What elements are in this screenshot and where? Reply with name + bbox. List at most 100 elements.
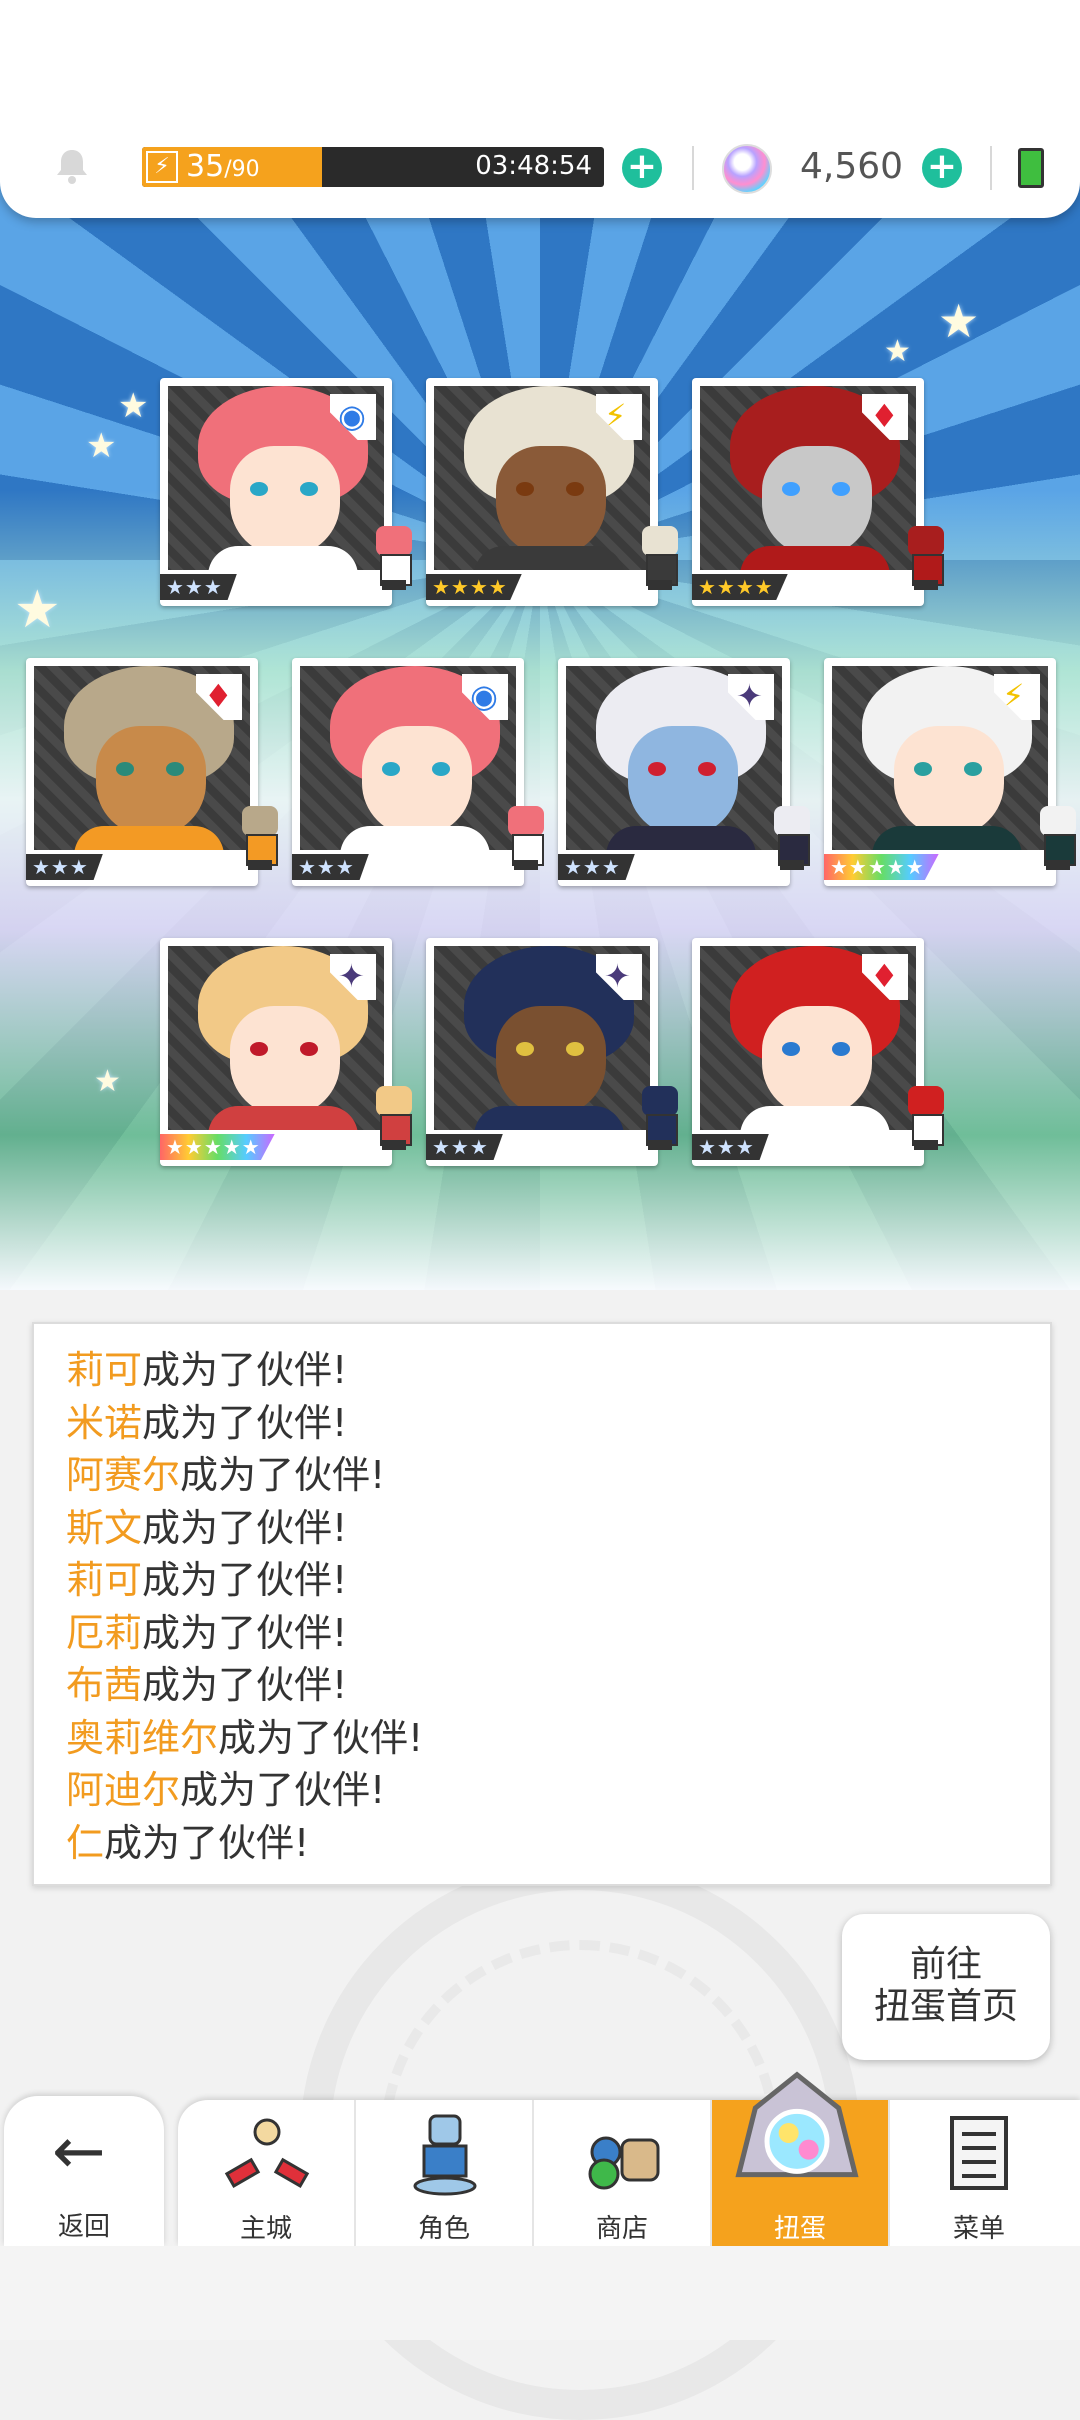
divider	[990, 146, 992, 190]
character-card[interactable]: ♦ ★★★	[26, 658, 278, 886]
add-stamina-button[interactable]: +	[622, 148, 662, 188]
character-card[interactable]: ⚡ ★★★★	[426, 378, 678, 606]
rarity-stars: ★★★★★	[824, 854, 939, 880]
sprite-legs	[1046, 860, 1070, 870]
pixel-sprite	[232, 806, 288, 872]
pixel-sprite	[632, 1086, 688, 1152]
portrait-face	[628, 726, 738, 836]
portrait-eye	[782, 1042, 800, 1056]
sprite-legs	[648, 1140, 672, 1150]
character-portrait: ◉	[168, 386, 384, 570]
character-portrait: ⚡	[434, 386, 650, 570]
bottom-navigation: ← 返回 主城 角色 商店 扭蛋 菜单	[0, 2071, 1080, 2340]
pixel-sprite	[632, 526, 688, 592]
log-suffix: 成为了伙伴!	[180, 1768, 386, 1812]
add-gems-button[interactable]: +	[922, 148, 962, 188]
portrait-face	[496, 446, 606, 556]
log-entry: 阿迪尔成为了伙伴!	[66, 1764, 1050, 1817]
gem-icon	[722, 144, 772, 194]
bell-icon[interactable]	[52, 146, 92, 186]
character-name: 莉可	[66, 1558, 143, 1602]
portrait-eye	[166, 762, 184, 776]
portrait-body	[208, 546, 358, 570]
menu-icon	[950, 2116, 1008, 2190]
back-label: 返回	[57, 2212, 110, 2242]
portrait-eye	[516, 1042, 534, 1056]
portrait-face	[762, 1006, 872, 1116]
goto-gacha-home-button[interactable]: 前往 扭蛋首页	[842, 1914, 1050, 2060]
character-portrait: ✦	[168, 946, 384, 1130]
character-name: 阿迪尔	[66, 1768, 181, 1812]
portrait-body	[474, 546, 624, 570]
portrait-face	[762, 446, 872, 556]
character-card[interactable]: ✦ ★★★	[426, 938, 678, 1166]
portrait-eye	[832, 1042, 850, 1056]
tab-label: 主城	[239, 2214, 292, 2244]
tab-shop[interactable]: 商店	[534, 2100, 712, 2246]
log-entry: 莉可成为了伙伴!	[66, 1344, 1050, 1397]
character-name: 厄莉	[66, 1610, 143, 1655]
character-name: 阿赛尔	[66, 1453, 181, 1497]
log-entry: 斯文成为了伙伴!	[66, 1502, 1050, 1555]
character-card[interactable]: ♦ ★★★	[692, 938, 944, 1166]
portrait-body	[208, 1106, 358, 1130]
character-card[interactable]: ✦ ★★★★★	[160, 938, 412, 1166]
status-bar: ⚡ 35/90 03:48:54 + 4,560 +	[0, 0, 1080, 218]
portrait-body	[740, 1106, 890, 1130]
pixel-sprite	[898, 526, 954, 592]
back-button[interactable]: ← 返回	[4, 2096, 164, 2246]
goto-gacha-line1: 前往	[909, 1944, 982, 1985]
sparkle-icon: ★	[884, 334, 911, 369]
battery-icon	[1018, 148, 1044, 188]
sparkle-icon: ★	[938, 294, 980, 348]
tab-gacha[interactable]: 扭蛋	[712, 2071, 890, 2246]
portrait-eye	[566, 1042, 584, 1056]
character-name: 仁	[66, 1820, 105, 1865]
pixel-sprite	[898, 1086, 954, 1152]
portrait-eye	[698, 762, 716, 776]
tab-menu[interactable]: 菜单	[890, 2100, 1068, 2246]
log-suffix: 成为了伙伴!	[218, 1715, 424, 1760]
portrait-face	[496, 1006, 606, 1116]
tab-label: 商店	[595, 2214, 648, 2244]
nav-tabs: 主城 角色 商店 扭蛋 菜单	[178, 2071, 1080, 2246]
character-card[interactable]: ✦ ★★★	[558, 658, 810, 886]
character-name: 斯文	[66, 1505, 143, 1550]
pixel-sprite	[366, 526, 422, 592]
portrait-body	[740, 546, 890, 570]
sprite-head	[376, 1086, 412, 1116]
log-entry: 阿赛尔成为了伙伴!	[66, 1449, 1050, 1502]
rarity-stars: ★★★	[26, 854, 103, 880]
log-suffix: 成为了伙伴!	[142, 1610, 348, 1655]
sparkle-icon: ★	[94, 1064, 121, 1099]
portrait-body	[872, 826, 1022, 850]
sprite-head	[642, 1086, 678, 1116]
portrait-eye	[782, 482, 800, 496]
tab-town[interactable]: 主城	[178, 2100, 356, 2246]
character-card[interactable]: ⚡ ★★★★★	[824, 658, 1076, 886]
sparkle-icon: ★	[118, 386, 149, 426]
character-card[interactable]: ◉ ★★★	[292, 658, 544, 886]
tab-characters[interactable]: 角色	[356, 2100, 534, 2246]
character-portrait: ♦	[700, 386, 916, 570]
character-portrait: ◉	[300, 666, 516, 850]
rarity-stars: ★★★	[558, 854, 635, 880]
sprite-head	[642, 526, 678, 556]
character-portrait: ♦	[34, 666, 250, 850]
stamina-current: 35	[186, 149, 225, 184]
sprite-legs	[248, 860, 272, 870]
rarity-stars: ★★★	[160, 574, 237, 600]
sprite-head	[508, 806, 544, 836]
goto-gacha-line2: 扭蛋首页	[873, 1986, 1018, 2027]
character-card[interactable]: ♦ ★★★★	[692, 378, 944, 606]
sprite-legs	[382, 580, 406, 590]
character-name: 米诺	[66, 1400, 143, 1445]
log-entry: 莉可成为了伙伴!	[66, 1554, 1050, 1607]
gacha-orb-icon	[735, 2071, 859, 2178]
arrow-left-icon: ←	[52, 2115, 106, 2189]
log-entry: 米诺成为了伙伴!	[66, 1397, 1050, 1450]
rarity-stars: ★★★★	[692, 574, 788, 600]
portrait-body	[474, 1106, 624, 1130]
character-card[interactable]: ◉ ★★★	[160, 378, 412, 606]
sprite-legs	[780, 860, 804, 870]
